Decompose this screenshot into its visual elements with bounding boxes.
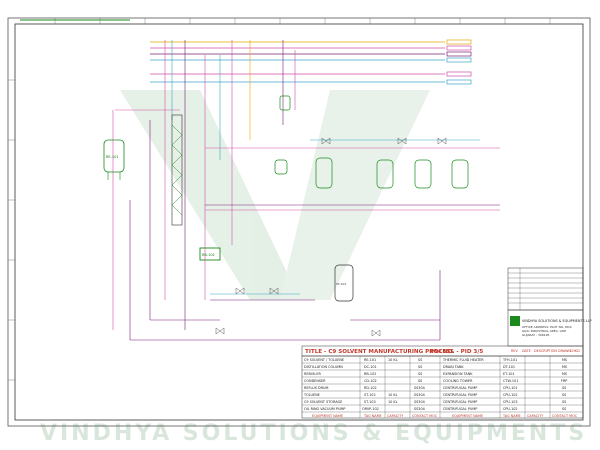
svg-text:DESCRIPTION: DESCRIPTION [534,349,557,353]
svg-text:CPU-102: CPU-102 [503,407,518,411]
svg-text:10 KL: 10 KL [388,393,398,397]
utility-lines [150,39,472,85]
svg-text:DC-101: DC-101 [364,365,377,369]
svg-text:TFH-101: TFH-101 [502,358,517,362]
svg-text:RB-102: RB-102 [364,372,376,376]
svg-text:CPU-102: CPU-102 [503,393,518,397]
svg-text:FRP: FRP [561,379,567,383]
svg-text:SS: SS [562,407,566,411]
svg-text:CHKD: CHKD [570,349,580,353]
right-equipment-rows: THERMIC FLUID HEATER TFH-101 MS DRAIN TA… [442,358,567,411]
svg-text:SS304: SS304 [414,386,425,390]
svg-text:SS: SS [418,372,422,376]
svg-text:REFLUX DRUM: REFLUX DRUM [304,386,328,390]
svg-text:RE-101: RE-101 [364,358,376,362]
svg-text:C9 SOLVENT STORAGE: C9 SOLVENT STORAGE [304,400,342,404]
svg-text:ST-103: ST-103 [364,400,376,404]
svg-text:EXPANSION TANK: EXPANSION TANK [443,372,473,376]
svg-text:TAG NAME: TAG NAME [363,414,382,418]
svg-text:CONDENSER: CONDENSER [304,379,326,383]
svg-text:CENTRIFUGAL PUMP: CENTRIFUGAL PUMP [443,400,477,404]
pid-drawing: VINDHYA SOLUTIONS & EQUIPMENTS RE-101 RB… [7,17,592,446]
svg-text:CENTRIFUGAL PUMP: CENTRIFUGAL PUMP [443,386,477,390]
svg-text:ST-102: ST-102 [364,393,376,397]
watermark-text: VINDHYA SOLUTIONS & EQUIPMENTS [40,421,587,446]
svg-text:CAPACITY: CAPACITY [527,414,544,418]
svg-text:EQUIPMENT NAME: EQUIPMENT NAME [312,414,343,418]
svg-text:SS: SS [562,393,566,397]
svg-text:CENTRIFUGAL PUMP: CENTRIFUGAL PUMP [443,407,477,411]
svg-text:CAPACITY: CAPACITY [387,414,404,418]
svg-text:SS304: SS304 [414,400,425,404]
svg-text:SS: SS [418,379,422,383]
svg-text:DT-101: DT-101 [503,365,515,369]
svg-text:CD-102: CD-102 [364,379,377,383]
svg-text:SS304: SS304 [414,407,425,411]
svg-text:ET-101: ET-101 [503,372,515,376]
vessel-left-tag: RE-101 [106,155,119,159]
svg-text:DRAIN TANK: DRAIN TANK [443,365,464,369]
svg-text:CPU-101: CPU-101 [503,386,518,390]
title-block: VINDHYA SOLUTIONS & EQUIPMENTS LLP OFFIC… [301,267,592,419]
left-equipment-rows: C9 SOLVENT / TOLUENE RE-101 10 KL SS DIS… [303,358,425,411]
svg-text:THERMIC FLUID HEATER: THERMIC FLUID HEATER [442,358,484,362]
svg-text:ORVP-102: ORVP-102 [362,407,379,411]
svg-text:C9 SOLVENT / TOLUENE: C9 SOLVENT / TOLUENE [304,358,344,362]
svg-text:CENTRIFUGAL PUMP: CENTRIFUGAL PUMP [443,393,477,397]
svg-text:MS: MS [562,365,567,369]
svg-text:DISTILLATION COLUMN: DISTILLATION COLUMN [304,365,343,369]
svg-text:TOLUENE: TOLUENE [303,393,320,397]
table-footer: EQUIPMENT NAME TAG NAME CAPACITY CONTACT… [312,414,578,418]
svg-text:SS304: SS304 [414,393,425,397]
svg-text:SS: SS [418,358,422,362]
svg-text:MS: MS [562,372,567,376]
svg-text:REBOILER: REBOILER [304,372,321,376]
svg-text:RD-102: RD-102 [364,386,377,390]
svg-text:MS: MS [562,358,567,362]
svg-text:COOLING TOWER: COOLING TOWER [443,379,473,383]
svg-text:10 KL: 10 KL [388,358,398,362]
company-name: VINDHYA SOLUTIONS & EQUIPMENTS LLP [522,319,592,323]
svg-text:SS: SS [418,365,422,369]
svg-text:CONTACT MOC: CONTACT MOC [552,414,578,418]
svg-text:10 KL: 10 KL [388,400,398,404]
svg-text:CPU-103: CPU-103 [503,400,518,404]
pid-number: P&I NO. - PID 3/5 [430,349,483,355]
svg-text:DATE: DATE [522,349,531,353]
svg-text:TAG NAME: TAG NAME [502,414,521,418]
svg-text:EQUIPMENT NAME: EQUIPMENT NAME [452,414,483,418]
svg-text:CTW-101: CTW-101 [503,379,518,383]
address-line-3: GUJARAT - 396195 [522,333,550,337]
pump-box[interactable]: RB-102 [199,247,221,261]
vessel-left[interactable]: RE-101 [103,139,125,180]
pump-box-tag: RB-102 [202,253,215,257]
svg-text:REV: REV [511,349,518,353]
svg-text:OIL RING VACUUM PUMP: OIL RING VACUUM PUMP [304,407,345,411]
svg-text:SS: SS [562,400,566,404]
tank-bottom-tag: ST-101 [336,282,346,286]
svg-text:SS: SS [562,386,566,390]
svg-text:CONTACT MOC: CONTACT MOC [412,414,438,418]
rev-header: REV DATE DESCRIPTION DRAWN CHKD [511,349,580,353]
